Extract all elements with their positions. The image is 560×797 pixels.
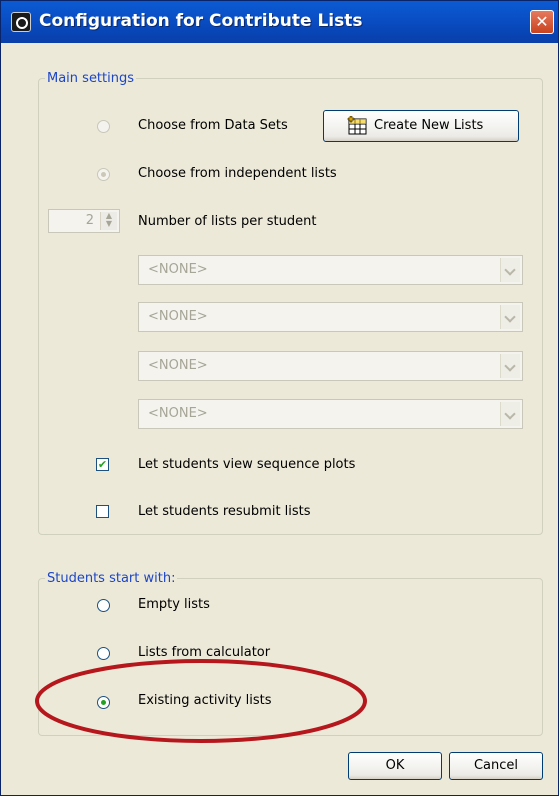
ti-circle-icon — [11, 12, 31, 32]
dialog-window: Configuration for Contribute Lists ✕ Mai… — [0, 0, 559, 796]
cancel-button-label: Cancel — [473, 758, 519, 773]
table-icon — [347, 116, 367, 135]
close-button[interactable]: ✕ — [530, 10, 554, 34]
window-title: Configuration for Contribute Lists — [39, 11, 363, 31]
choose-data-sets-label: Choose from Data Sets — [138, 118, 288, 133]
create-new-lists-button[interactable]: Create New Lists — [323, 110, 519, 142]
chevron-down-icon[interactable] — [500, 402, 520, 426]
list-selector-1[interactable]: <NONE> — [138, 255, 523, 285]
annotation-ellipse — [35, 659, 367, 743]
cancel-button[interactable]: Cancel — [449, 752, 543, 780]
empty-lists-label: Empty lists — [138, 597, 210, 612]
list-selector-1-value: <NONE> — [148, 262, 208, 277]
choose-independent-lists-label: Choose from independent lists — [138, 166, 337, 181]
list-selector-2-value: <NONE> — [148, 309, 208, 324]
list-selector-4[interactable]: <NONE> — [138, 399, 523, 429]
resubmit-lists-label: Let students resubmit lists — [138, 504, 311, 519]
resubmit-lists-checkbox[interactable] — [96, 505, 109, 518]
list-selector-3[interactable]: <NONE> — [138, 351, 523, 381]
empty-lists-radio[interactable] — [97, 599, 110, 612]
list-selector-4-value: <NONE> — [148, 406, 208, 421]
list-selector-3-value: <NONE> — [148, 358, 208, 373]
ok-button-label: OK — [385, 758, 405, 773]
chevron-down-icon[interactable] — [500, 305, 520, 329]
title-bar[interactable]: Configuration for Contribute Lists ✕ — [1, 1, 558, 43]
view-sequence-plots-label: Let students view sequence plots — [138, 457, 356, 472]
ok-button[interactable]: OK — [348, 752, 442, 780]
main-settings-legend: Main settings — [47, 71, 135, 86]
lists-per-student-label: Number of lists per student — [138, 214, 317, 229]
choose-data-sets-radio[interactable] — [97, 120, 110, 133]
lists-per-student-value: 2 — [85, 213, 94, 228]
lists-per-student-spinner[interactable]: 2 ▲ ▼ — [48, 209, 120, 233]
spinner-arrows-icon[interactable]: ▲ ▼ — [100, 212, 117, 230]
list-selector-2[interactable]: <NONE> — [138, 302, 523, 332]
chevron-down-icon[interactable] — [500, 354, 520, 378]
students-start-with-legend: Students start with: — [47, 571, 176, 586]
choose-independent-lists-radio[interactable] — [97, 168, 110, 181]
create-new-lists-label: Create New Lists — [374, 118, 484, 133]
view-sequence-plots-checkbox[interactable]: ✔ — [96, 458, 109, 471]
chevron-down-icon[interactable] — [500, 258, 520, 282]
